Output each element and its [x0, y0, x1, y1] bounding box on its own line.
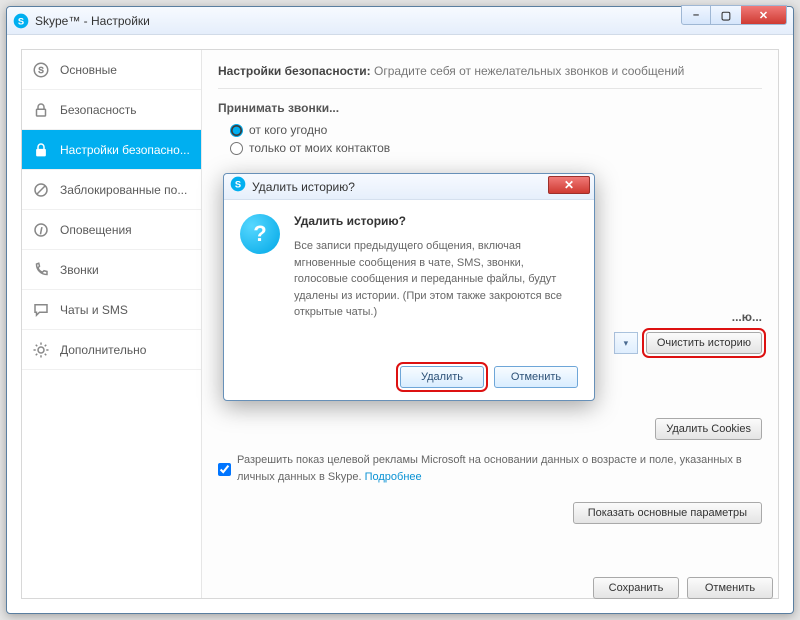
window-title: Skype™ - Настройки [35, 14, 150, 28]
close-button[interactable]: ✕ [741, 5, 787, 25]
question-icon: ? [240, 214, 280, 254]
svg-text:S: S [18, 16, 24, 26]
dialog-text: Удалить историю? Все записи предыдущего … [294, 214, 578, 321]
sidebar-item-label: Настройки безопасно... [60, 143, 190, 157]
info-icon: i [32, 221, 50, 239]
history-section: ...ю... ▾ Очистить историю [582, 310, 762, 354]
phone-icon [32, 261, 50, 279]
footer-buttons: Сохранить Отменить [593, 577, 773, 599]
gear-icon [32, 341, 50, 359]
svg-text:S: S [235, 179, 241, 189]
skype-icon: S [13, 13, 29, 29]
window-controls: – ▢ ✕ [681, 5, 787, 25]
divider [218, 88, 762, 89]
sidebar-item-label: Заблокированные по... [60, 183, 187, 197]
dialog-titlebar[interactable]: S Удалить историю? ✕ [224, 174, 594, 200]
sidebar-item-blocked[interactable]: Заблокированные по... [22, 170, 201, 210]
ads-checkbox[interactable] [218, 454, 231, 485]
panel-subtitle: Оградите себя от нежелательных звонков и… [374, 64, 684, 78]
titlebar[interactable]: S Skype™ - Настройки – ▢ ✕ [7, 7, 793, 35]
dialog-cancel-button[interactable]: Отменить [494, 366, 578, 388]
delete-history-dialog: S Удалить историю? ✕ ? Удалить историю? … [223, 173, 595, 401]
history-dropdown[interactable]: ▾ [614, 332, 638, 354]
clear-history-button[interactable]: Очистить историю [646, 332, 762, 354]
lock-icon [32, 141, 50, 159]
radio-contacts-label: только от моих контактов [249, 141, 390, 155]
sidebar-item-notifications[interactable]: i Оповещения [22, 210, 201, 250]
delete-cookies-button[interactable]: Удалить Cookies [655, 418, 762, 440]
sidebar-item-label: Чаты и SMS [60, 303, 128, 317]
sidebar-item-calls[interactable]: Звонки [22, 250, 201, 290]
sidebar-item-label: Оповещения [60, 223, 132, 237]
sidebar-item-general[interactable]: S Основные [22, 50, 201, 90]
sidebar: S Основные Безопасность Настройки безопа… [22, 50, 202, 598]
radio-anyone-label: от кого угодно [249, 123, 327, 137]
sidebar-item-label: Безопасность [60, 103, 137, 117]
accept-calls-label: Принимать звонки... [218, 101, 762, 115]
skype-icon: S [230, 176, 246, 197]
svg-text:S: S [38, 66, 44, 75]
dialog-title: Удалить историю? [252, 180, 355, 194]
dialog-body: ? Удалить историю? Все записи предыдущег… [224, 200, 594, 335]
sidebar-item-label: Звонки [60, 263, 99, 277]
basic-params-row: Показать основные параметры [573, 502, 762, 524]
radio-contacts-input[interactable] [230, 142, 243, 155]
ads-more-link[interactable]: Подробнее [365, 471, 422, 483]
radio-anyone[interactable]: от кого угодно [230, 123, 762, 137]
cancel-footer-button[interactable]: Отменить [687, 577, 773, 599]
ads-checkbox-row: Разрешить показ целевой рекламы Microsof… [218, 452, 762, 485]
panel-header: Настройки безопасности: Оградите себя от… [218, 64, 762, 78]
sidebar-item-label: Основные [60, 63, 117, 77]
cookies-row: Удалить Cookies [655, 418, 762, 440]
sidebar-item-label: Дополнительно [60, 343, 146, 357]
chevron-down-icon: ▾ [624, 338, 629, 349]
maximize-button[interactable]: ▢ [711, 5, 741, 25]
sidebar-item-privacy[interactable]: Безопасность [22, 90, 201, 130]
radio-contacts[interactable]: только от моих контактов [230, 141, 762, 155]
lock-icon [32, 101, 50, 119]
save-button[interactable]: Сохранить [593, 577, 679, 599]
sidebar-item-privacy-settings[interactable]: Настройки безопасно... [22, 130, 201, 170]
ads-label: Разрешить показ целевой рекламы Microsof… [237, 454, 742, 483]
blocked-icon [32, 181, 50, 199]
dialog-message: Все записи предыдущего общения, включая … [294, 238, 578, 321]
history-label: ...ю... [582, 310, 762, 324]
dialog-heading: Удалить историю? [294, 214, 578, 228]
radio-anyone-input[interactable] [230, 124, 243, 137]
svg-text:i: i [40, 225, 43, 235]
dialog-delete-button[interactable]: Удалить [400, 366, 484, 388]
sidebar-item-advanced[interactable]: Дополнительно [22, 330, 201, 370]
dialog-close-button[interactable]: ✕ [548, 176, 590, 194]
show-basic-params-button[interactable]: Показать основные параметры [573, 502, 762, 524]
chat-icon [32, 301, 50, 319]
skype-icon: S [32, 61, 50, 79]
dialog-buttons: Удалить Отменить [400, 366, 578, 388]
sidebar-item-chats[interactable]: Чаты и SMS [22, 290, 201, 330]
ads-text: Разрешить показ целевой рекламы Microsof… [237, 452, 762, 485]
panel-heading: Настройки безопасности: [218, 64, 371, 78]
minimize-button[interactable]: – [681, 5, 711, 25]
settings-window: S Skype™ - Настройки – ▢ ✕ S Основные Бе… [6, 6, 794, 614]
